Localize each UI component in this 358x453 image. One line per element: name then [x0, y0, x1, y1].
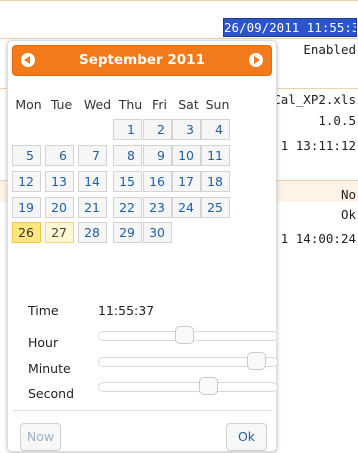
ok-button[interactable]: Ok — [226, 423, 267, 451]
calendar-day[interactable]: 2 — [143, 119, 172, 140]
second-slider[interactable] — [98, 377, 278, 395]
now-button[interactable]: Now — [20, 423, 61, 451]
grid-row-header — [0, 0, 358, 18]
calendar-day[interactable]: 29 — [113, 222, 142, 243]
grid-cell: Ok — [340, 207, 356, 222]
grid-cell: 1 14:00:24 — [280, 231, 356, 246]
calendar-day[interactable]: 3 — [172, 119, 201, 140]
calendar-empty-cell — [78, 119, 107, 140]
weekday-label: Sun — [205, 97, 230, 112]
hour-label: Hour — [28, 335, 59, 350]
calendar-day[interactable]: 11 — [201, 145, 230, 166]
calendar-day[interactable]: 23 — [143, 197, 172, 218]
calendar-header: September 2011 — [12, 45, 272, 76]
calendar-day[interactable]: 30 — [143, 222, 172, 243]
grid-cell: 1.0.5 — [318, 113, 356, 128]
datepicker-popup: September 2011 Mon Tue Wed Thu Fri Sat S… — [7, 40, 278, 452]
calendar-day[interactable]: 14 — [78, 171, 107, 192]
minute-label: Minute — [28, 361, 71, 376]
calendar-day[interactable]: 16 — [143, 171, 172, 192]
next-month-icon[interactable] — [249, 53, 263, 67]
calendar-day[interactable]: 5 — [12, 145, 41, 166]
calendar-day[interactable]: 13 — [45, 171, 74, 192]
calendar-day[interactable]: 26 — [12, 222, 41, 243]
calendar-day[interactable]: 1 — [113, 119, 142, 140]
calendar-empty-cell — [45, 119, 74, 140]
second-slider-handle[interactable] — [199, 377, 218, 395]
calendar-day[interactable]: 4 — [201, 119, 230, 140]
calendar-day[interactable]: 19 — [12, 197, 41, 218]
weekday-label: Mon — [15, 97, 42, 112]
calendar-day[interactable]: 9 — [143, 145, 172, 166]
calendar-day[interactable]: 22 — [113, 197, 142, 218]
calendar-day[interactable]: 28 — [78, 222, 107, 243]
calendar-empty-cell — [201, 222, 230, 243]
calendar-day[interactable]: 27 — [45, 222, 74, 243]
calendar-day[interactable]: 7 — [78, 145, 107, 166]
time-value: 11:55:37 — [98, 303, 155, 318]
calendar-day[interactable]: 24 — [172, 197, 201, 218]
calendar-day[interactable]: 8 — [113, 145, 142, 166]
grid-cell: No — [340, 187, 356, 202]
minute-slider[interactable] — [98, 352, 278, 370]
calendar-day[interactable]: 15 — [113, 171, 142, 192]
minute-slider-handle[interactable] — [247, 352, 266, 370]
grid-cell: Enabled — [303, 42, 356, 57]
calendar-day[interactable]: 12 — [12, 171, 41, 192]
grid-cell: Cal_XP2.xls — [273, 92, 356, 107]
calendar-empty-cell — [12, 119, 41, 140]
grid-cell: 1 13:11:12 — [280, 138, 356, 153]
hour-slider-handle[interactable] — [175, 326, 194, 344]
second-label: Second — [28, 386, 75, 401]
calendar-day[interactable]: 10 — [172, 145, 201, 166]
weekday-label: Wed — [83, 97, 112, 112]
datetime-input[interactable]: 26/09/2011 11:55:37 — [223, 18, 357, 37]
calendar-day[interactable]: 20 — [45, 197, 74, 218]
calendar-empty-cell — [172, 222, 201, 243]
hour-slider[interactable] — [98, 326, 278, 344]
button-bar-divider — [13, 410, 272, 411]
calendar-day[interactable]: 6 — [45, 145, 74, 166]
calendar-day[interactable]: 17 — [172, 171, 201, 192]
weekday-label: Tue — [50, 97, 73, 112]
calendar-day[interactable]: 18 — [201, 171, 230, 192]
month-year-title: September 2011 — [79, 52, 205, 68]
time-label: Time — [28, 303, 59, 318]
calendar-day[interactable]: 21 — [78, 197, 107, 218]
calendar-day[interactable]: 25 — [201, 197, 230, 218]
